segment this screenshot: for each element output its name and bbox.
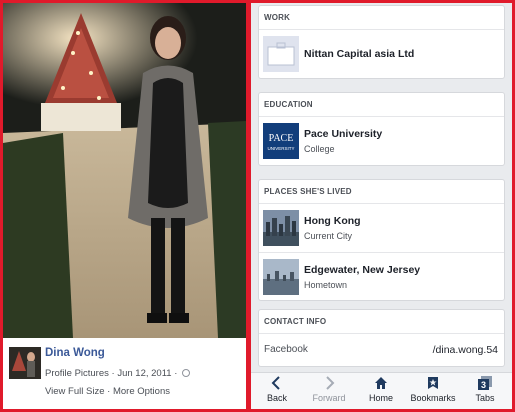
home-icon	[375, 377, 387, 389]
browser-toolbar: Back Forward Home Bookmarks 3 Tabs	[251, 372, 512, 409]
work-header: WORK	[259, 6, 504, 30]
home-button[interactable]: Home	[356, 376, 406, 408]
school-name: Pace University	[304, 128, 383, 140]
owner-name-link[interactable]: Dina Wong	[45, 347, 105, 359]
city-photo	[263, 259, 299, 295]
photo-meta: Profile Pictures · Jun 12, 2011 ·	[45, 368, 191, 379]
work-item[interactable]: Nittan Capital asia Ltd	[259, 30, 504, 78]
meta-separator: ·	[174, 368, 178, 379]
place-name: Hong Kong	[304, 215, 361, 227]
back-button[interactable]: Back	[252, 376, 302, 408]
education-header: EDUCATION	[259, 93, 504, 117]
photo-viewer: Dina Wong Profile Pictures · Jun 12, 201…	[3, 3, 246, 409]
school-logo-subtext: UNIVERSITY	[267, 146, 294, 151]
view-full-size-link[interactable]: View Full Size	[45, 386, 105, 397]
chevron-right-icon	[326, 376, 335, 390]
place-item[interactable]: Edgewater, New Jersey Hometown	[259, 252, 504, 300]
forward-button[interactable]: Forward	[304, 376, 354, 408]
public-globe-icon	[182, 369, 191, 377]
about-page: WORK Nittan Capital asia Ltd EDUCATION P…	[251, 3, 512, 409]
chevron-left-icon	[271, 376, 280, 390]
place-type: Hometown	[304, 280, 348, 290]
city-photo	[263, 210, 299, 246]
photo-actions: View Full Size · More Options	[45, 386, 170, 397]
tabs-button[interactable]: 3 Tabs	[460, 376, 510, 408]
contact-label: Facebook	[264, 344, 308, 355]
briefcase-icon	[263, 36, 299, 72]
tabs-label: Tabs	[475, 393, 495, 403]
places-card: PLACES SHE'S LIVED Hong Kong Current Cit…	[258, 179, 505, 301]
home-label: Home	[368, 393, 393, 403]
meta-separator: ·	[111, 368, 115, 379]
tabs-icon: 3	[478, 376, 492, 390]
bookmarks-label: Bookmarks	[410, 393, 456, 403]
profile-photo[interactable]	[3, 3, 246, 338]
education-card: EDUCATION PACE UNIVERSITY Pace Universit…	[258, 92, 505, 166]
contact-card: CONTACT INFO Facebook /dina.wong.54	[258, 309, 505, 367]
more-options-link[interactable]: More Options	[113, 386, 170, 397]
contact-header: CONTACT INFO	[259, 310, 504, 334]
tabs-count: 3	[481, 380, 486, 390]
place-name: Edgewater, New Jersey	[304, 264, 421, 276]
places-header: PLACES SHE'S LIVED	[259, 180, 504, 204]
album-link[interactable]: Profile Pictures	[45, 368, 109, 379]
owner-avatar[interactable]	[9, 347, 41, 379]
photo-caption: Dina Wong Profile Pictures · Jun 12, 201…	[3, 338, 246, 409]
contact-value: /dina.wong.54	[432, 344, 498, 356]
education-item[interactable]: PACE UNIVERSITY Pace University College	[259, 117, 504, 165]
school-type: College	[304, 144, 335, 154]
bookmark-icon	[428, 377, 438, 389]
school-logo-text: PACE	[269, 133, 294, 144]
bookmarks-button[interactable]: Bookmarks	[408, 376, 458, 408]
place-type: Current City	[304, 231, 353, 241]
work-card: WORK Nittan Capital asia Ltd	[258, 5, 505, 79]
photo-date: Jun 12, 2011	[117, 368, 172, 379]
forward-label: Forward	[312, 393, 346, 403]
employer-name: Nittan Capital asia Ltd	[304, 48, 415, 60]
action-separator: ·	[107, 386, 111, 397]
school-logo: PACE UNIVERSITY	[263, 123, 299, 159]
contact-item[interactable]: Facebook /dina.wong.54	[259, 334, 504, 366]
place-item[interactable]: Hong Kong Current City	[259, 204, 504, 252]
back-label: Back	[266, 393, 287, 403]
